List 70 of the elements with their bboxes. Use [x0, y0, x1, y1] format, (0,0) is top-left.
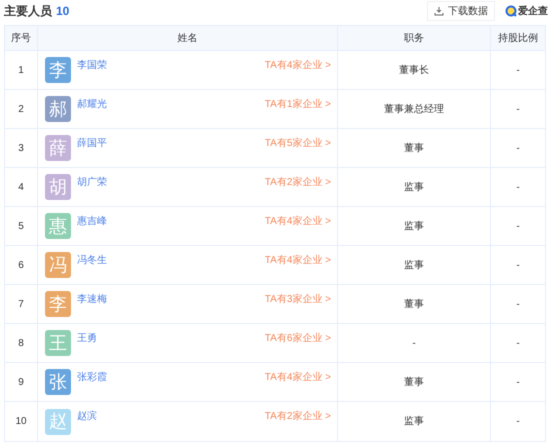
share-cell-text: - — [515, 220, 521, 234]
share-cell-text: - — [515, 64, 521, 78]
share-cell-text: - — [515, 180, 521, 194]
company-count-link[interactable]: TA有3家企业 > — [264, 292, 331, 307]
index-cell: 6 — [5, 246, 38, 284]
index-cell: 3 — [5, 129, 38, 167]
index-cell: 8 — [5, 324, 38, 362]
share-cell-text: - — [515, 298, 521, 312]
position-cell: 董事兼总经理 — [338, 90, 491, 128]
index-cell: 2 — [5, 90, 38, 128]
share-cell-text: - — [515, 142, 521, 156]
company-count-link[interactable]: TA有4家企业 > — [264, 253, 331, 268]
avatar: 王 — [45, 330, 71, 356]
column-header: 姓名 — [38, 26, 338, 50]
share-cell-text: - — [515, 258, 521, 272]
person-name-link[interactable]: 王勇 — [77, 331, 97, 346]
company-count-link[interactable]: TA有4家企业 > — [264, 214, 331, 229]
person-name-link[interactable]: 郝耀光 — [77, 97, 107, 112]
avatar: 惠 — [45, 213, 71, 239]
avatar: 赵 — [45, 408, 71, 434]
position-cell: 监事 — [338, 207, 491, 245]
avatar: 冯 — [45, 252, 71, 278]
share-cell-text: - — [515, 336, 521, 350]
person-name-link[interactable]: 张彩霞 — [77, 370, 107, 385]
company-count-link[interactable]: TA有4家企业 > — [264, 58, 331, 73]
index-cell: 5 — [5, 207, 38, 245]
section-title: 主要人员 — [4, 3, 52, 20]
avatar: 郝 — [45, 96, 71, 122]
index-cell: 7 — [5, 285, 38, 323]
position-cell: 监事 — [338, 246, 491, 284]
position-cell: 董事长 — [338, 51, 491, 89]
avatar: 胡 — [45, 174, 71, 200]
person-name-link[interactable]: 胡广荣 — [77, 175, 107, 190]
position-cell: - — [338, 324, 491, 362]
index-cell: 9 — [5, 363, 38, 401]
person-name-link[interactable]: 薛国平 — [77, 136, 107, 151]
share-cell-text: - — [515, 376, 521, 390]
index-cell: 10 — [5, 402, 38, 441]
index-cell: 4 — [5, 168, 38, 206]
company-count-link[interactable]: TA有1家企业 > — [264, 97, 331, 112]
person-count: 10 — [56, 3, 70, 20]
share-cell-text: - — [515, 102, 521, 116]
company-count-link[interactable]: TA有2家企业 > — [264, 175, 331, 190]
column-header: 职务 — [338, 26, 491, 50]
person-name-link[interactable]: 冯冬生 — [77, 253, 107, 268]
column-header: 持股比例 — [497, 32, 539, 46]
position-cell: 董事 — [338, 129, 491, 167]
position-cell: 董事 — [338, 363, 491, 401]
download-icon — [434, 6, 444, 16]
position-cell: 监事 — [338, 168, 491, 206]
column-header: 序号 — [5, 26, 38, 50]
avatar: 李 — [45, 291, 71, 317]
download-button[interactable]: 下载数据 — [427, 1, 495, 21]
company-count-link[interactable]: TA有6家企业 > — [264, 331, 331, 346]
logo-icon — [505, 5, 517, 17]
person-name-link[interactable]: 赵滨 — [77, 409, 97, 424]
avatar: 薛 — [45, 135, 71, 161]
company-count-link[interactable]: TA有4家企业 > — [264, 370, 331, 385]
company-count-link[interactable]: TA有5家企业 > — [264, 136, 331, 151]
person-name-link[interactable]: 李国荣 — [77, 58, 107, 73]
avatar: 张 — [45, 369, 71, 395]
position-cell: 董事 — [338, 285, 491, 323]
share-cell-text: - — [515, 415, 521, 429]
logo-text: 爱企查 — [518, 4, 548, 18]
person-name-link[interactable]: 李速梅 — [77, 292, 107, 307]
company-count-link[interactable]: TA有2家企业 > — [264, 409, 331, 424]
avatar: 李 — [45, 57, 71, 83]
person-name-link[interactable]: 惠吉峰 — [77, 214, 107, 229]
position-cell: 监事 — [338, 402, 491, 441]
index-cell: 1 — [5, 51, 38, 89]
